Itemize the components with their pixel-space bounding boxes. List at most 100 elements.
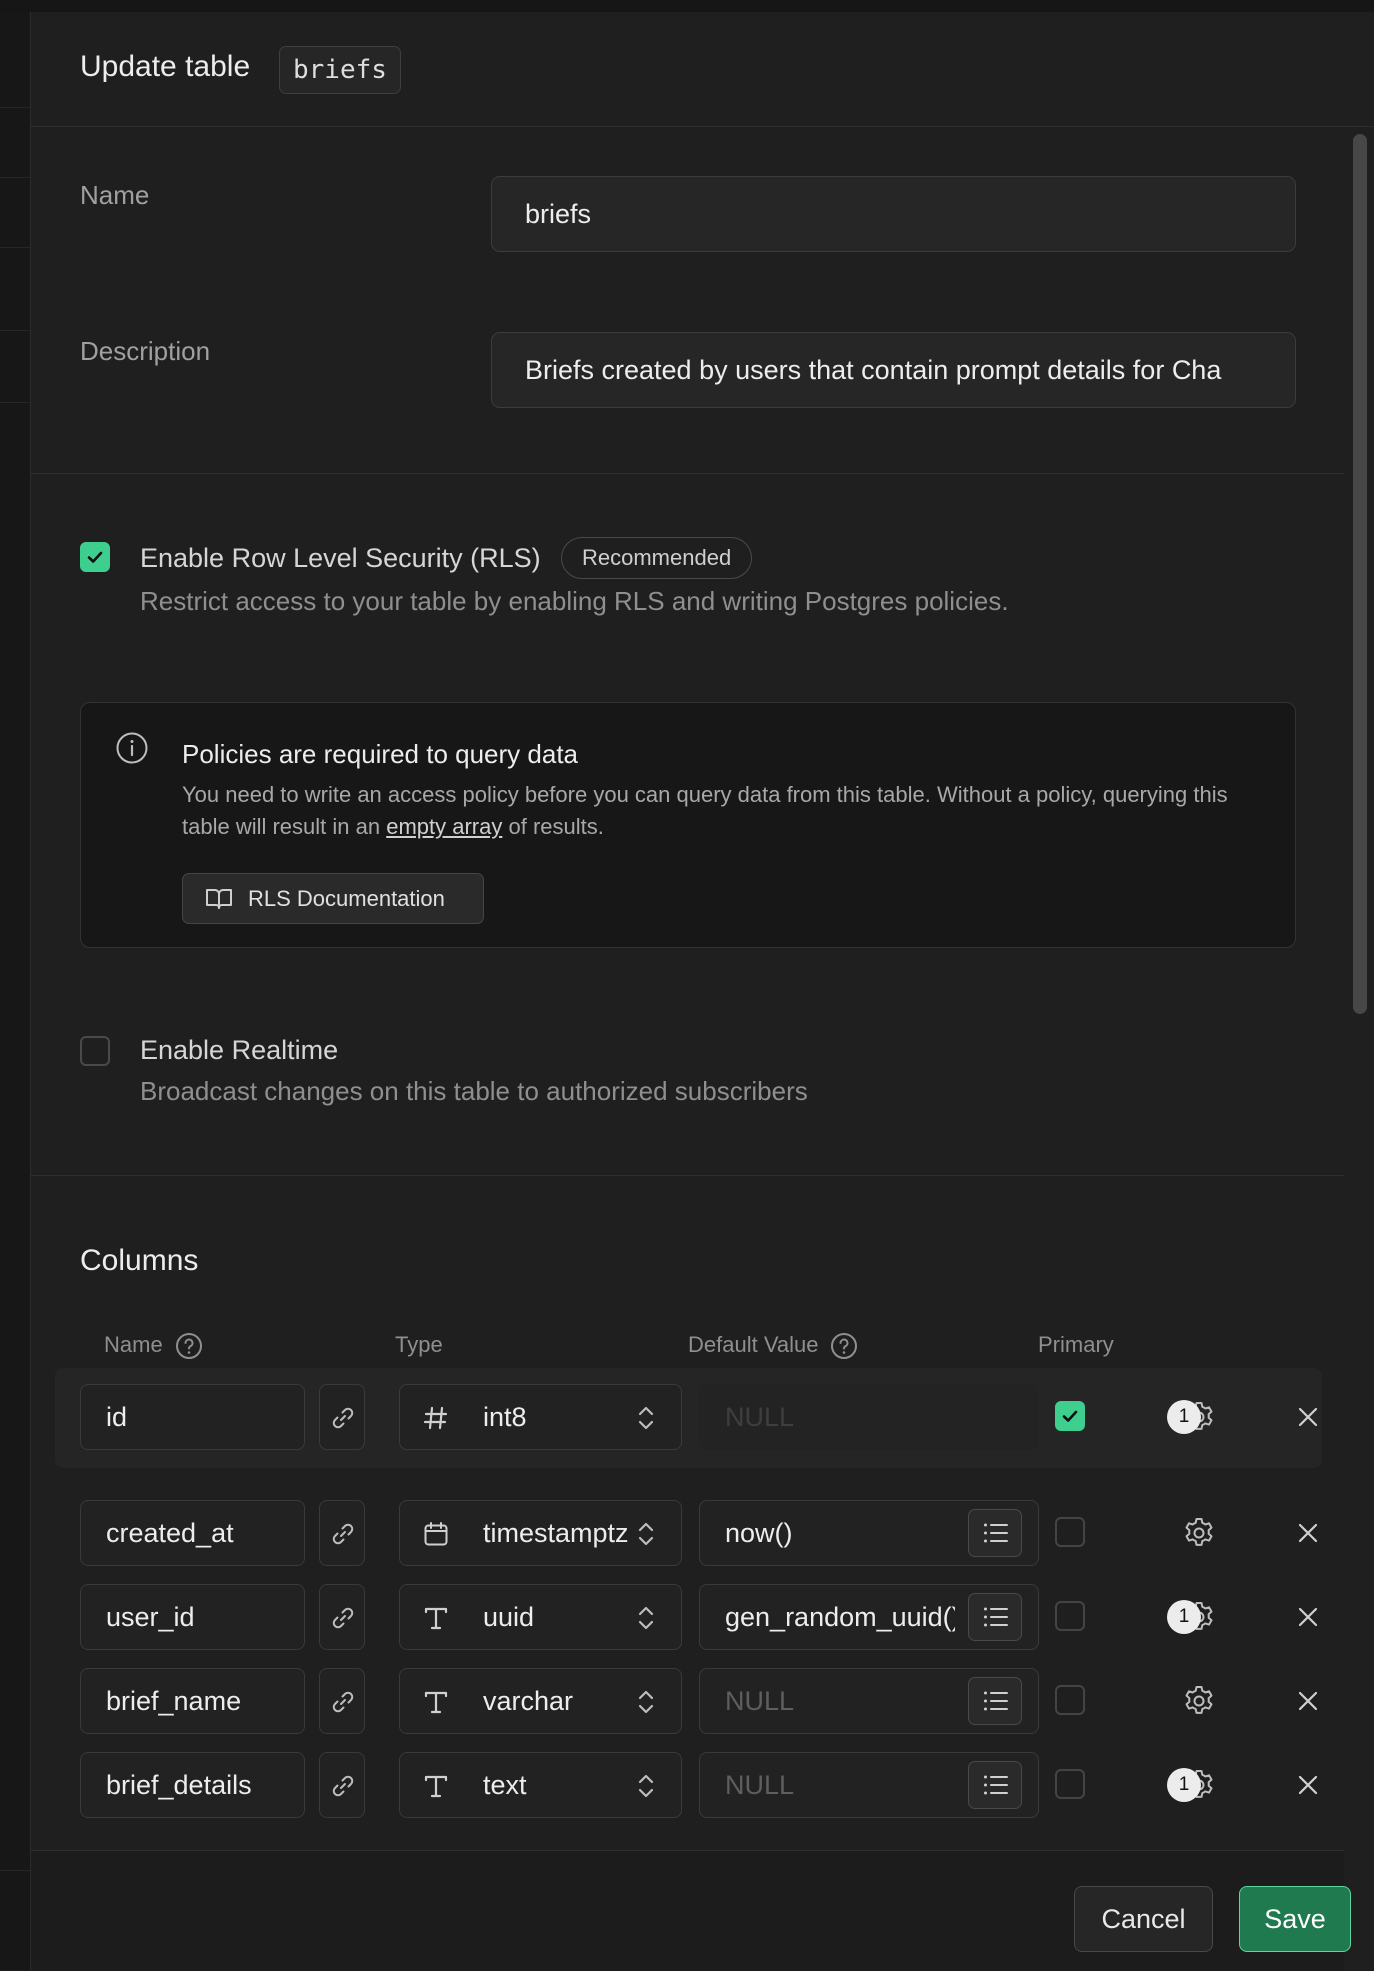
save-button[interactable]: Save	[1239, 1886, 1351, 1952]
primary-key-checkbox[interactable]	[1055, 1401, 1085, 1431]
realtime-title: Enable Realtime	[140, 1035, 339, 1065]
panel-footer: Cancel Save	[31, 1850, 1351, 1971]
calendar-icon	[424, 1522, 448, 1546]
check-icon	[1062, 1410, 1078, 1422]
column-type-select[interactable]: varchar	[399, 1668, 682, 1734]
chevron-up-down-icon	[638, 1606, 654, 1630]
close-icon[interactable]	[1295, 1520, 1321, 1546]
info-icon	[116, 732, 148, 764]
column-name-input[interactable]: id	[80, 1384, 305, 1450]
book-open-icon	[206, 889, 232, 909]
column-type-select[interactable]: timestamptz	[399, 1500, 682, 1566]
description-label: Description	[80, 336, 211, 366]
foreign-key-button[interactable]	[319, 1668, 365, 1734]
description-input-value: Briefs created by users that contain pro…	[525, 354, 1222, 385]
name-input[interactable]: briefs	[491, 176, 1296, 252]
realtime-subtitle: Broadcast changes on this table to autho…	[140, 1076, 808, 1106]
default-value-input[interactable]: NULL	[699, 1668, 1039, 1734]
column-name-input[interactable]: created_at	[80, 1500, 305, 1566]
count-badge: 1	[1167, 1768, 1201, 1802]
list-icon	[984, 1607, 1008, 1627]
primary-key-checkbox[interactable]	[1055, 1685, 1085, 1715]
default-value-input[interactable]: gen_random_uuid()	[699, 1584, 1039, 1650]
suggestions-button[interactable]	[968, 1761, 1022, 1809]
gear-icon[interactable]	[1182, 1516, 1216, 1550]
column-type-value: uuid	[483, 1602, 535, 1632]
gear-icon[interactable]	[1182, 1684, 1216, 1718]
empty-array-link[interactable]: empty array	[386, 814, 502, 839]
text-type-icon	[424, 1607, 448, 1630]
column-header-name: Name	[104, 1332, 203, 1360]
primary-key-checkbox[interactable]	[1055, 1769, 1085, 1799]
count-badge: 1	[1167, 1400, 1201, 1434]
primary-key-checkbox[interactable]	[1055, 1517, 1085, 1547]
column-name-input[interactable]: brief_name	[80, 1668, 305, 1734]
suggestions-button[interactable]	[968, 1677, 1022, 1725]
column-name-input[interactable]: brief_details	[80, 1752, 305, 1818]
default-value-text: NULL	[725, 1402, 795, 1432]
default-value-input[interactable]: now()	[699, 1500, 1039, 1566]
column-type-select[interactable]: text	[399, 1752, 682, 1818]
link-icon	[332, 1607, 354, 1629]
list-icon	[984, 1523, 1008, 1543]
help-circle-icon[interactable]	[175, 1332, 203, 1360]
text-type-icon	[424, 1691, 448, 1714]
help-circle-icon[interactable]	[830, 1332, 858, 1360]
text-type-icon	[424, 1775, 448, 1798]
name-input-value: briefs	[525, 198, 592, 229]
chevron-up-down-icon	[638, 1690, 654, 1714]
foreign-key-button[interactable]	[319, 1752, 365, 1818]
default-value-text: now()	[725, 1518, 793, 1548]
close-icon[interactable]	[1295, 1772, 1321, 1798]
suggestions-button[interactable]	[968, 1593, 1022, 1641]
rls-documentation-button[interactable]: RLS Documentation	[182, 873, 484, 924]
default-value-text: NULL	[725, 1770, 795, 1800]
count-badge: 1	[1167, 1600, 1201, 1634]
scrollbar-thumb[interactable]	[1353, 134, 1367, 1014]
rls-checkbox[interactable]	[80, 542, 110, 572]
rls-documentation-label: RLS Documentation	[248, 886, 445, 911]
column-type-select[interactable]: int8	[399, 1384, 682, 1450]
realtime-checkbox[interactable]	[80, 1036, 110, 1066]
hash-icon	[423, 1406, 448, 1430]
chevron-up-down-icon	[638, 1774, 654, 1798]
rls-subtitle: Restrict access to your table by enablin…	[140, 586, 1009, 616]
column-type-select[interactable]: uuid	[399, 1584, 682, 1650]
list-icon	[984, 1691, 1008, 1711]
foreign-key-button[interactable]	[319, 1384, 365, 1450]
link-icon	[332, 1523, 354, 1545]
close-icon[interactable]	[1295, 1604, 1321, 1630]
suggestions-button[interactable]	[968, 1509, 1022, 1557]
close-icon[interactable]	[1295, 1688, 1321, 1714]
close-icon[interactable]	[1295, 1404, 1321, 1430]
name-label: Name	[80, 180, 150, 210]
link-icon	[332, 1775, 354, 1797]
chevron-up-down-icon	[638, 1406, 654, 1430]
description-input[interactable]: Briefs created by users that contain pro…	[491, 332, 1296, 408]
default-value-text: NULL	[725, 1686, 795, 1716]
alert-title: Policies are required to query data	[182, 739, 579, 769]
background-table-strip	[0, 12, 31, 1970]
policies-alert: Policies are required to query data You …	[80, 702, 1296, 948]
default-value-input[interactable]: NULL	[699, 1752, 1039, 1818]
primary-key-checkbox[interactable]	[1055, 1601, 1085, 1631]
column-header-default-value: Default Value	[688, 1332, 858, 1360]
cancel-button[interactable]: Cancel	[1074, 1886, 1213, 1952]
foreign-key-button[interactable]	[319, 1584, 365, 1650]
column-type-value: text	[483, 1770, 527, 1800]
panel-header: Update table briefs	[31, 12, 1374, 127]
column-name-input[interactable]: user_id	[80, 1584, 305, 1650]
columns-title: Columns	[80, 1244, 199, 1277]
column-type-value: varchar	[483, 1686, 574, 1716]
default-value-input[interactable]: NULL	[699, 1384, 1039, 1450]
table-name-code: briefs	[279, 46, 401, 94]
link-icon	[332, 1407, 354, 1429]
column-header-primary: Primary	[1038, 1332, 1114, 1357]
alert-body: You need to write an access policy befor…	[182, 782, 1228, 839]
link-icon	[332, 1691, 354, 1713]
recommended-badge: Recommended	[561, 537, 753, 579]
foreign-key-button[interactable]	[319, 1500, 365, 1566]
column-type-value: int8	[483, 1402, 527, 1432]
default-value-text: gen_random_uuid()	[725, 1602, 955, 1632]
check-icon	[87, 551, 103, 563]
